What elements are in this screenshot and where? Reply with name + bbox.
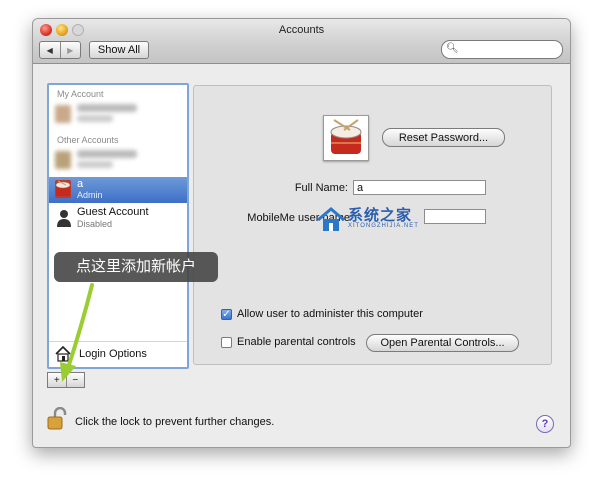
show-all-button[interactable]: Show All [89, 41, 149, 59]
lock-status-text: Click the lock to prevent further change… [75, 416, 275, 428]
blurred-role [77, 115, 113, 122]
mobileme-field[interactable] [424, 209, 486, 224]
house-logo-icon [317, 207, 345, 231]
allow-admin-label: Allow user to administer this computer [237, 308, 423, 320]
allow-admin-checkbox[interactable]: ✓ [221, 309, 232, 320]
full-name-field[interactable]: a [353, 180, 486, 195]
list-item-guest-account[interactable]: Guest Account Disabled [49, 205, 187, 233]
watermark-text: 系统之家 [348, 207, 413, 224]
list-item-my-account[interactable] [49, 101, 187, 129]
parental-controls-checkbox[interactable] [221, 337, 232, 348]
add-remove-control[interactable]: + − [47, 372, 85, 388]
list-item-selected-account[interactable]: a Admin [49, 177, 187, 203]
forward-arrow-icon[interactable]: ▶ [59, 42, 81, 58]
search-field[interactable]: 🔍︎ [441, 40, 563, 59]
account-name: Guest Account [77, 206, 149, 218]
user-silhouette-icon [57, 209, 71, 227]
avatar [55, 151, 71, 169]
list-item-other-account[interactable] [49, 147, 187, 175]
add-account-button[interactable]: + [48, 373, 66, 387]
house-icon [55, 345, 71, 362]
help-button[interactable]: ? [536, 415, 554, 433]
watermark-subtext: XITONGZHIJIA.NET [348, 223, 419, 229]
blurred-role [77, 161, 113, 168]
avatar [55, 105, 71, 123]
full-name-label: Full Name: [294, 182, 348, 194]
blurred-name [77, 150, 137, 158]
window-title: Accounts [278, 24, 325, 36]
back-arrow-icon[interactable]: ◀ [40, 42, 60, 58]
title-bar: Accounts ◀ ▶ Show All 🔍︎ [33, 19, 570, 64]
reset-password-button[interactable]: Reset Password... [382, 128, 505, 147]
annotation-tooltip: 点这里添加新帐户 [54, 252, 218, 282]
parental-controls-label: Enable parental controls [237, 336, 356, 348]
back-forward-control[interactable]: ◀ ▶ [39, 41, 81, 59]
login-options-item[interactable]: Login Options [49, 341, 187, 368]
open-parental-controls-button[interactable]: Open Parental Controls... [366, 334, 519, 352]
remove-account-button[interactable]: − [65, 373, 85, 387]
watermark-logo: 系统之家 XITONGZHIJIA.NET [316, 204, 418, 238]
drum-picture-icon[interactable] [323, 115, 369, 161]
account-name: a [77, 178, 84, 190]
my-account-header: My Account [57, 89, 104, 99]
account-details-panel: Reset Password... Full Name: a MobileMe … [193, 85, 552, 365]
login-options-label: Login Options [79, 348, 147, 360]
account-role: Admin [77, 190, 103, 200]
account-status: Disabled [77, 219, 113, 229]
blurred-name [77, 104, 137, 112]
accounts-window: Accounts ◀ ▶ Show All 🔍︎ My Account Othe… [32, 18, 571, 448]
lock-icon[interactable] [47, 406, 67, 431]
search-icon: 🔍︎ [446, 43, 459, 54]
drum-avatar-icon [55, 180, 71, 198]
accounts-list[interactable]: My Account Other Accounts a Admin Guest … [47, 83, 189, 369]
other-accounts-header: Other Accounts [57, 135, 119, 145]
